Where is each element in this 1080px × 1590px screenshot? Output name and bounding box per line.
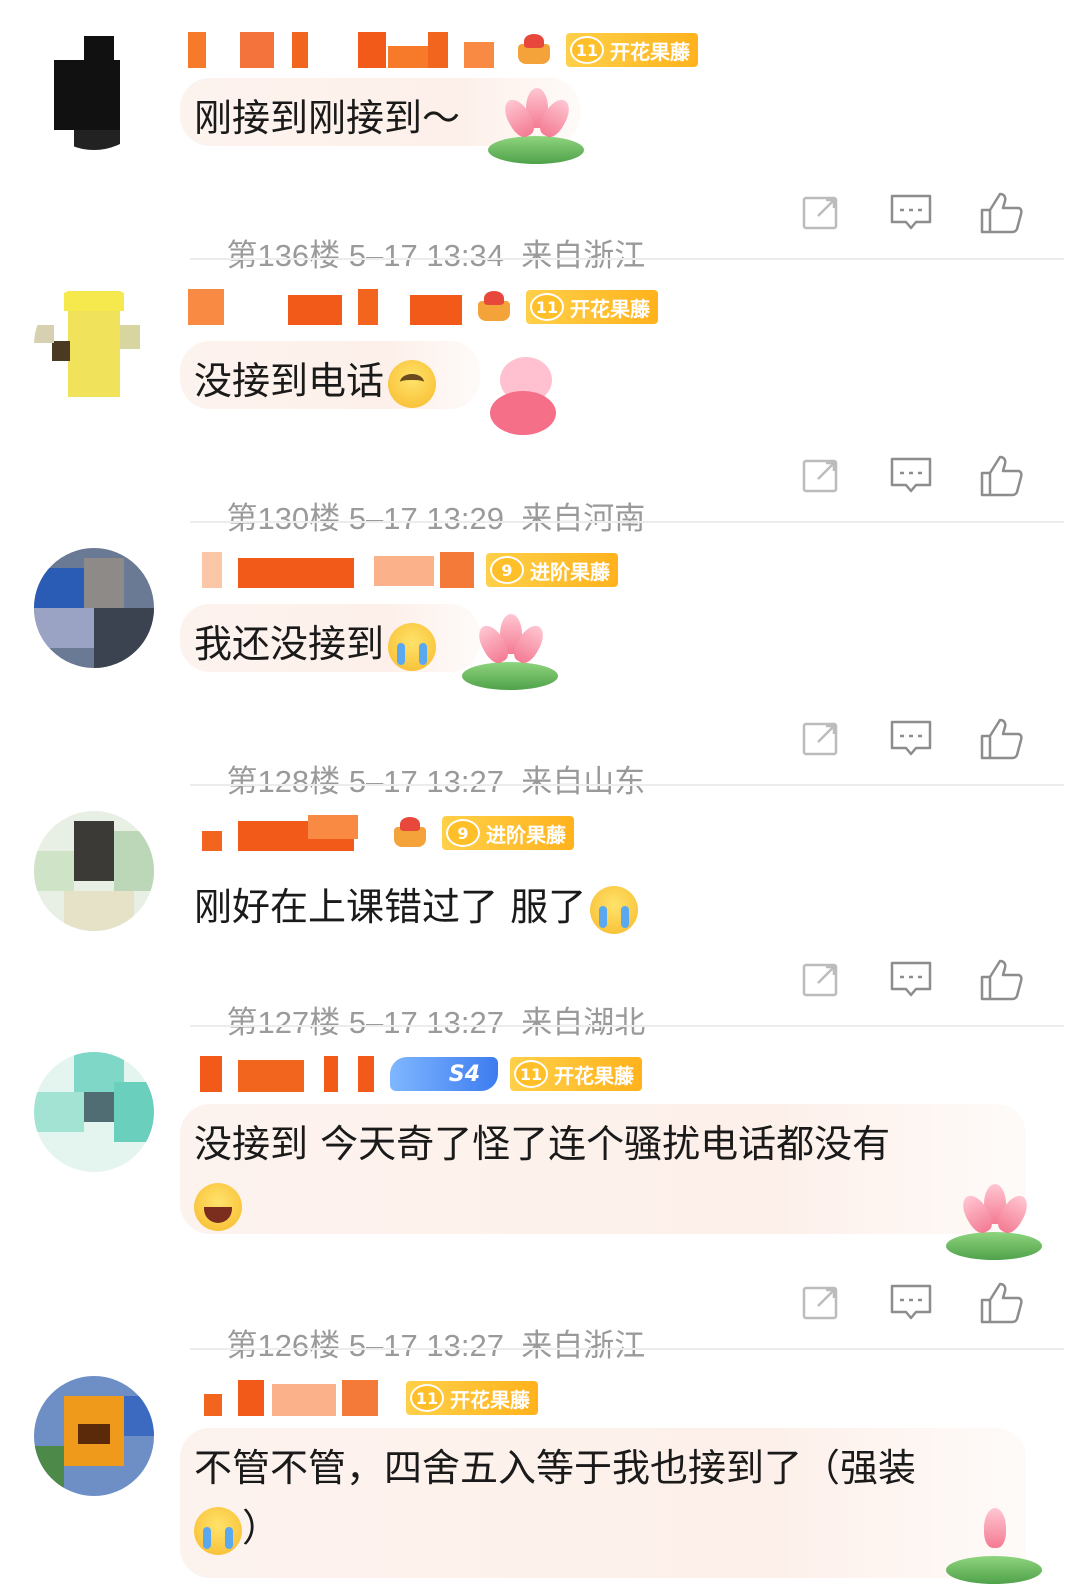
level-badge[interactable]: 9 进阶果藤 [486, 553, 618, 587]
lotus-icon [946, 1504, 1046, 1584]
divider [190, 1025, 1064, 1027]
sad-face-emoji [388, 359, 437, 408]
username[interactable]: 9 进阶果藤 [188, 550, 618, 590]
avatar[interactable] [34, 1376, 154, 1496]
comment-time: 13:27 [426, 1328, 504, 1363]
comment-date: 5–17 [348, 1328, 418, 1363]
share-icon[interactable] [796, 955, 846, 1005]
comment-bubble[interactable]: 刚好在上课错过了 服了 [180, 867, 680, 935]
comment-text: 我还没接到 [194, 622, 385, 666]
comment-text: 没接到 今天奇了怪了连个骚扰电话都没有 [194, 1122, 891, 1166]
divider [190, 784, 1064, 786]
comment-icon[interactable] [886, 1278, 936, 1328]
comment-time: 13:27 [426, 764, 504, 799]
floor-number: 第127楼 [226, 1005, 341, 1040]
comment-date: 5–17 [348, 764, 418, 799]
ip-location: 来自浙江 [521, 238, 646, 273]
comment-actions [790, 714, 1040, 764]
share-icon[interactable] [796, 1278, 846, 1328]
comment-icon[interactable] [886, 451, 936, 501]
level-badge[interactable]: 11 开花果藤 [526, 290, 658, 324]
floor-number: 第128楼 [226, 764, 341, 799]
username[interactable]: 9 进阶果藤 [188, 813, 574, 853]
comment-date: 5–17 [348, 1005, 418, 1040]
level-badge[interactable]: 9 进阶果藤 [442, 816, 574, 850]
vip-crown-icon [514, 32, 554, 68]
comment-time: 13:27 [426, 1005, 504, 1040]
floor-number: 第130楼 [226, 501, 341, 536]
ip-location: 来自河南 [521, 501, 646, 536]
avatar[interactable] [34, 285, 154, 405]
crying-face-emoji [388, 622, 437, 671]
laughing-tears-emoji [194, 1182, 242, 1231]
level-badge[interactable]: 11 开花果藤 [510, 1057, 642, 1091]
comment-actions [790, 451, 1040, 501]
divider [190, 521, 1064, 523]
level-badge[interactable]: 11 开花果藤 [566, 33, 698, 67]
level-badge[interactable]: 11 开花果藤 [406, 1381, 538, 1415]
comment-text: 不管不管，四舍五入等于我也接到了（强装 [194, 1446, 917, 1490]
floor-number: 第126楼 [226, 1328, 341, 1363]
comment-icon[interactable] [886, 955, 936, 1005]
lotus-icon [462, 610, 562, 690]
username[interactable]: S4 11 开花果藤 [188, 1054, 642, 1094]
comment-text-tail: ） [242, 1506, 281, 1550]
comment-date: 5–17 [348, 501, 418, 536]
ip-location: 来自山东 [521, 764, 646, 799]
ip-location: 来自浙江 [521, 1328, 646, 1363]
comment-actions [790, 1278, 1040, 1328]
vip-crown-icon [390, 815, 430, 851]
comment-actions [790, 955, 1040, 1005]
comment-bubble[interactable]: 我还没接到 [180, 604, 480, 672]
comment-date: 5–17 [348, 238, 418, 273]
comment-text: 刚好在上课错过了 服了 [194, 885, 587, 929]
thumbs-up-icon[interactable] [976, 1278, 1026, 1328]
avatar[interactable] [34, 1052, 154, 1172]
comment-icon[interactable] [886, 188, 936, 238]
thumbs-up-icon[interactable] [976, 714, 1026, 764]
comment-time: 13:29 [426, 501, 504, 536]
avatar[interactable] [34, 548, 154, 668]
comment-actions [790, 188, 1040, 238]
crying-face-emoji [590, 885, 639, 934]
comment-bubble[interactable]: 不管不管，四舍五入等于我也接到了（强装 ） [180, 1428, 1026, 1578]
divider [190, 1348, 1064, 1350]
thumbs-up-icon[interactable] [976, 188, 1026, 238]
lotus-icon [488, 84, 588, 164]
thumbs-up-icon[interactable] [976, 451, 1026, 501]
share-icon[interactable] [796, 188, 846, 238]
share-icon[interactable] [796, 714, 846, 764]
ip-location: 来自湖北 [521, 1005, 646, 1040]
comment-bubble[interactable]: 没接到 今天奇了怪了连个骚扰电话都没有 [180, 1104, 1026, 1234]
comment-icon[interactable] [886, 714, 936, 764]
comment-bubble[interactable]: 没接到电话 [180, 341, 480, 409]
avatar[interactable] [34, 811, 154, 931]
comment-text: 没接到电话 [194, 359, 385, 403]
floor-number: 第136楼 [226, 238, 341, 273]
share-icon[interactable] [796, 451, 846, 501]
bear-sticker-icon [486, 357, 566, 437]
avatar[interactable] [34, 30, 154, 150]
comment-time: 13:34 [426, 238, 504, 273]
username[interactable]: 11 开花果藤 [188, 287, 658, 327]
username[interactable]: 11 开花果藤 [188, 1378, 538, 1418]
crying-face-emoji [194, 1506, 242, 1555]
lotus-icon [946, 1180, 1046, 1260]
vip-crown-icon [474, 289, 514, 325]
username[interactable]: 11 开花果藤 [188, 30, 698, 70]
divider [190, 258, 1064, 260]
season-badge[interactable]: S4 [390, 1057, 498, 1091]
thumbs-up-icon[interactable] [976, 955, 1026, 1005]
comment-text: 刚接到刚接到～ [194, 96, 461, 140]
